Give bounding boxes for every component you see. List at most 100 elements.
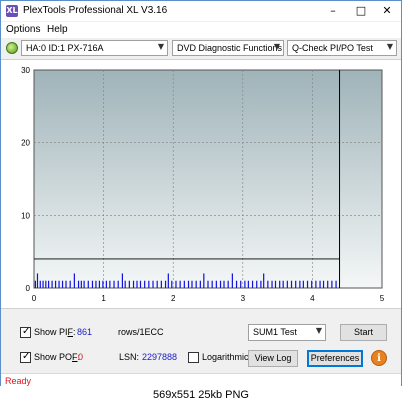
menu-help[interactable]: Help (47, 24, 68, 35)
pif-bar (65, 280, 67, 288)
pif-bar (171, 280, 173, 288)
plextools-app-icon: XL (6, 5, 18, 17)
pif-bar (113, 280, 115, 288)
function-select-value: DVD Diagnostic Functions (177, 43, 283, 53)
chevron-down-icon: ▼ (157, 42, 164, 51)
pif-bar (274, 280, 277, 288)
pif-bar (240, 280, 242, 288)
pif-bar (211, 280, 213, 288)
pif-bar (98, 280, 101, 288)
drive-select-value: HA:0 ID:1 PX-716A (26, 43, 104, 53)
pif-bar (282, 280, 284, 288)
preferences-button[interactable]: Preferences (307, 350, 363, 367)
pif-bar (227, 280, 229, 288)
lsn-value: 2297888 (142, 352, 178, 362)
show-pif-label-colon: : (73, 327, 76, 337)
pif-bar (148, 280, 150, 288)
window-title: PlexTools Professional XL V3.16 (23, 5, 168, 16)
pif-bar (327, 280, 329, 288)
pif-bar (251, 280, 254, 288)
pif-bar (195, 280, 197, 288)
pif-bar (124, 280, 126, 288)
show-pof-label: Show POF: (34, 352, 80, 362)
drive-select[interactable]: HA:0 ID:1 PX-716A ▼ (21, 40, 168, 56)
pif-bar (139, 280, 142, 288)
pif-bar (144, 280, 146, 288)
sum-test-value: SUM1 Test (253, 327, 297, 337)
pif-bar (256, 280, 258, 288)
pif-bar (167, 273, 169, 288)
close-button[interactable]: ✕ (373, 1, 401, 21)
status-bar: Ready (1, 373, 401, 387)
pif-bar (199, 280, 201, 288)
pif-bar (191, 280, 193, 288)
pif-bar (322, 280, 325, 288)
toolbar: HA:0 ID:1 PX-716A ▼ DVD Diagnostic Funct… (1, 38, 401, 58)
info-icon[interactable]: i (371, 350, 387, 366)
pif-bar (48, 280, 50, 288)
title-bar: XL PlexTools Professional XL V3.16 – □ ✕ (1, 1, 401, 21)
pif-bar (183, 280, 185, 288)
chevron-down-icon: ▼ (315, 326, 322, 335)
pif-bar (247, 280, 249, 288)
logarithmic-checkbox[interactable] (188, 352, 199, 363)
pif-bar (260, 280, 262, 288)
test-select[interactable]: Q-Check PI/PO Test ▼ (287, 40, 397, 56)
lsn-label: LSN: (119, 352, 140, 362)
pif-bar (187, 280, 190, 288)
image-caption: 569x551 25kb PNG (0, 386, 402, 404)
pif-bar (311, 280, 313, 288)
status-text: Ready (5, 376, 32, 386)
pif-bar (315, 280, 317, 288)
show-pof-checkbox[interactable]: ✓ (20, 351, 31, 363)
view-log-button[interactable]: View Log (248, 350, 298, 367)
pif-bar (299, 280, 301, 288)
function-select[interactable]: DVD Diagnostic Functions ▼ (172, 40, 284, 56)
pif-bar (117, 280, 119, 288)
pif-bar (42, 280, 44, 288)
pif-bar (69, 280, 71, 288)
pif-bar (306, 280, 309, 288)
pif-bar (34, 280, 36, 288)
x-tick-label: 1 (101, 294, 106, 303)
pif-bar (302, 280, 304, 288)
pif-bar (231, 273, 233, 288)
checkmark-icon: ✓ (22, 351, 31, 362)
menu-bar: Options Help (1, 22, 401, 38)
pif-bar (319, 280, 321, 288)
pif-bar (128, 280, 130, 288)
show-pif-label: Show PIF: (34, 327, 76, 337)
pif-bar (156, 280, 158, 288)
pif-bar (61, 280, 64, 288)
pif-bar (223, 280, 225, 288)
y-tick-label: 30 (21, 66, 30, 75)
pif-bar (39, 280, 41, 288)
pi-po-chart: 0 1 2 3 4 5 0 10 20 30 (21, 66, 385, 303)
pif-bar (51, 280, 53, 288)
pif-bar (58, 280, 60, 288)
chevron-down-icon: ▼ (386, 42, 393, 51)
pof-value: 0 (78, 352, 84, 362)
plot-area (33, 69, 383, 289)
pif-bar (175, 280, 177, 288)
menu-options[interactable]: Options (6, 24, 40, 35)
maximize-button[interactable]: □ (347, 1, 375, 21)
show-pof-label-text: Show PO (34, 352, 73, 362)
pif-bar (244, 280, 246, 288)
y-tick-label: 20 (21, 139, 30, 148)
pif-bar (95, 280, 97, 288)
y-tick-label: 10 (21, 211, 30, 220)
pif-bar (91, 280, 94, 288)
sum-test-select[interactable]: SUM1 Test ▼ (248, 324, 326, 341)
y-tick-label: 0 (26, 284, 31, 293)
start-button[interactable]: Start (340, 324, 387, 341)
pif-bar (83, 280, 85, 288)
pif-bar (160, 280, 162, 288)
show-pif-checkbox[interactable]: ✓ (20, 326, 31, 338)
pif-bar (263, 273, 265, 288)
pif-bar (207, 280, 209, 288)
pif-bar (290, 280, 293, 288)
pif-bar (45, 280, 47, 288)
x-tick-label: 4 (310, 294, 315, 303)
minimize-button[interactable]: – (319, 1, 347, 21)
